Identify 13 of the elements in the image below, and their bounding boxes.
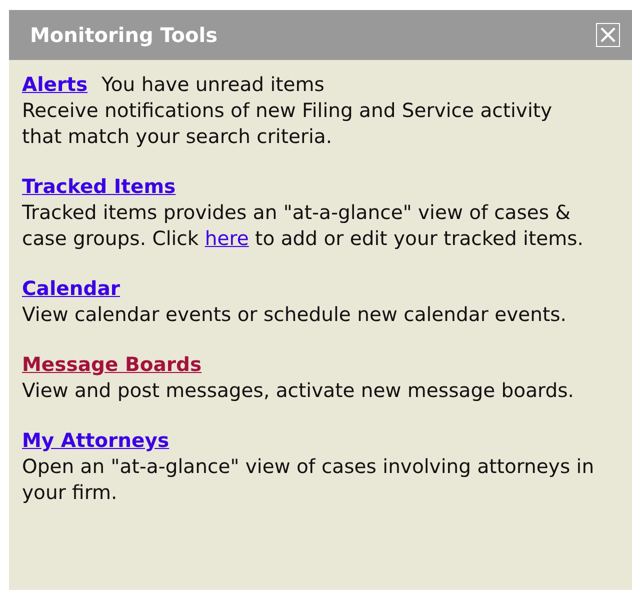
status-text: You have unread items [102, 72, 324, 98]
panel-title: Monitoring Tools [30, 23, 218, 47]
here-link[interactable]: here [204, 227, 249, 250]
section-description: Tracked items provides an "at-a-glance" view of cases & case groups. Click here to add or edit your tracked items. [22, 200, 584, 252]
section-description: View calendar events or schedule new calendar events. [22, 302, 568, 328]
section-description: Receive notifications of new Filing and Service activity that match your search criteria. [22, 98, 554, 150]
section-description: View and post messages, activate new message boards. [22, 378, 575, 404]
section-link[interactable]: Tracked Items [22, 174, 176, 200]
section-link[interactable]: Message Boards [22, 352, 202, 378]
section-description: Open an "at-a-glance" view of cases involving attorneys in your firm. [22, 454, 596, 506]
section-link[interactable]: My Attorneys [22, 428, 170, 454]
section-link[interactable]: Calendar [22, 276, 120, 302]
section-link[interactable]: Alerts [22, 72, 88, 98]
